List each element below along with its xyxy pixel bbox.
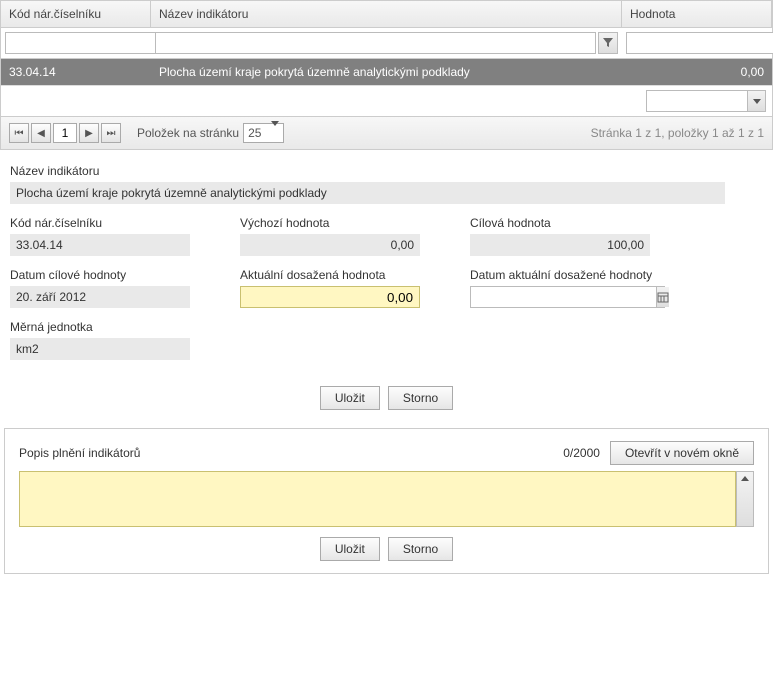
cell-code: 33.04.14 [1, 59, 151, 85]
funnel-icon [603, 38, 613, 48]
cell-value: 0,00 [622, 59, 772, 85]
save-button[interactable]: Uložit [320, 386, 380, 410]
open-new-window-button[interactable]: Otevřít v novém okně [610, 441, 754, 465]
target-label: Cílová hodnota [470, 216, 650, 230]
row-dropdown-arrow[interactable] [747, 91, 765, 111]
save-button[interactable]: Uložit [320, 537, 380, 561]
unit-value: km2 [10, 338, 190, 360]
cell-name: Plocha území kraje pokrytá územně analyt… [151, 59, 622, 85]
unit-label: Měrná jednotka [10, 320, 190, 334]
chevron-down-icon [271, 121, 279, 140]
table-row[interactable]: 33.04.14 Plocha území kraje pokrytá územ… [1, 59, 772, 85]
pager-prev-button[interactable]: ◀ [31, 123, 51, 143]
per-page-select[interactable]: 25 [243, 123, 284, 143]
col-header-name[interactable]: Název indikátoru [151, 1, 622, 27]
description-textarea[interactable] [19, 471, 736, 527]
per-page-label: Položek na stránku 25 [137, 123, 284, 143]
grid-subrow [1, 85, 772, 116]
col-header-code[interactable]: Kód nár.číselníku [1, 1, 151, 27]
pager-summary: Stránka 1 z 1, položky 1 až 1 z 1 [591, 126, 764, 140]
description-scroll-up[interactable] [736, 471, 754, 527]
current-label: Aktuální dosažená hodnota [240, 268, 420, 282]
grid-footer: ⏮ ◀ ▶ ⏭ Položek na stránku 25 Stránka 1 … [1, 116, 772, 149]
filter-value-input[interactable] [626, 32, 773, 54]
calendar-icon [657, 291, 669, 303]
indicator-grid: Kód nár.číselníku Název indikátoru Hodno… [0, 0, 773, 150]
col-header-value[interactable]: Hodnota [622, 1, 772, 27]
cancel-button[interactable]: Storno [388, 537, 453, 561]
code-label: Kód nár.číselníku [10, 216, 190, 230]
grid-header: Kód nár.číselníku Název indikátoru Hodno… [1, 1, 772, 28]
target-date-value: 20. září 2012 [10, 286, 190, 308]
filter-name-input[interactable] [155, 32, 596, 54]
target-value: 100,00 [470, 234, 650, 256]
chevron-down-icon [753, 99, 761, 104]
pager-page-input[interactable] [53, 123, 77, 143]
name-label: Název indikátoru [10, 164, 725, 178]
filter-name-button[interactable] [598, 32, 618, 54]
description-counter: 0/2000 [563, 446, 600, 460]
detail-form: Název indikátoru Plocha území kraje pokr… [0, 150, 773, 376]
current-date-field[interactable] [470, 286, 665, 308]
pager-last-button[interactable]: ⏭ [101, 123, 121, 143]
target-date-label: Datum cílové hodnoty [10, 268, 190, 282]
grid-filter-row [1, 28, 772, 59]
row-dropdown[interactable] [646, 90, 766, 112]
cancel-button[interactable]: Storno [388, 386, 453, 410]
description-panel: Popis plnění indikátorů 0/2000 Otevřít v… [4, 428, 769, 574]
description-title: Popis plnění indikátorů [19, 446, 553, 460]
current-date-input[interactable] [471, 287, 656, 307]
form-button-row: Uložit Storno [0, 376, 773, 428]
pager-first-button[interactable]: ⏮ [9, 123, 29, 143]
row-dropdown-input[interactable] [647, 91, 747, 111]
chevron-up-icon [741, 476, 749, 481]
current-date-label: Datum aktuální dosažené hodnoty [470, 268, 665, 282]
pager-next-button[interactable]: ▶ [79, 123, 99, 143]
calendar-button[interactable] [656, 287, 669, 307]
code-value: 33.04.14 [10, 234, 190, 256]
initial-value: 0,00 [240, 234, 420, 256]
initial-label: Výchozí hodnota [240, 216, 420, 230]
name-value: Plocha území kraje pokrytá územně analyt… [10, 182, 725, 204]
pager: ⏮ ◀ ▶ ⏭ [9, 123, 121, 143]
current-value-input[interactable] [240, 286, 420, 308]
